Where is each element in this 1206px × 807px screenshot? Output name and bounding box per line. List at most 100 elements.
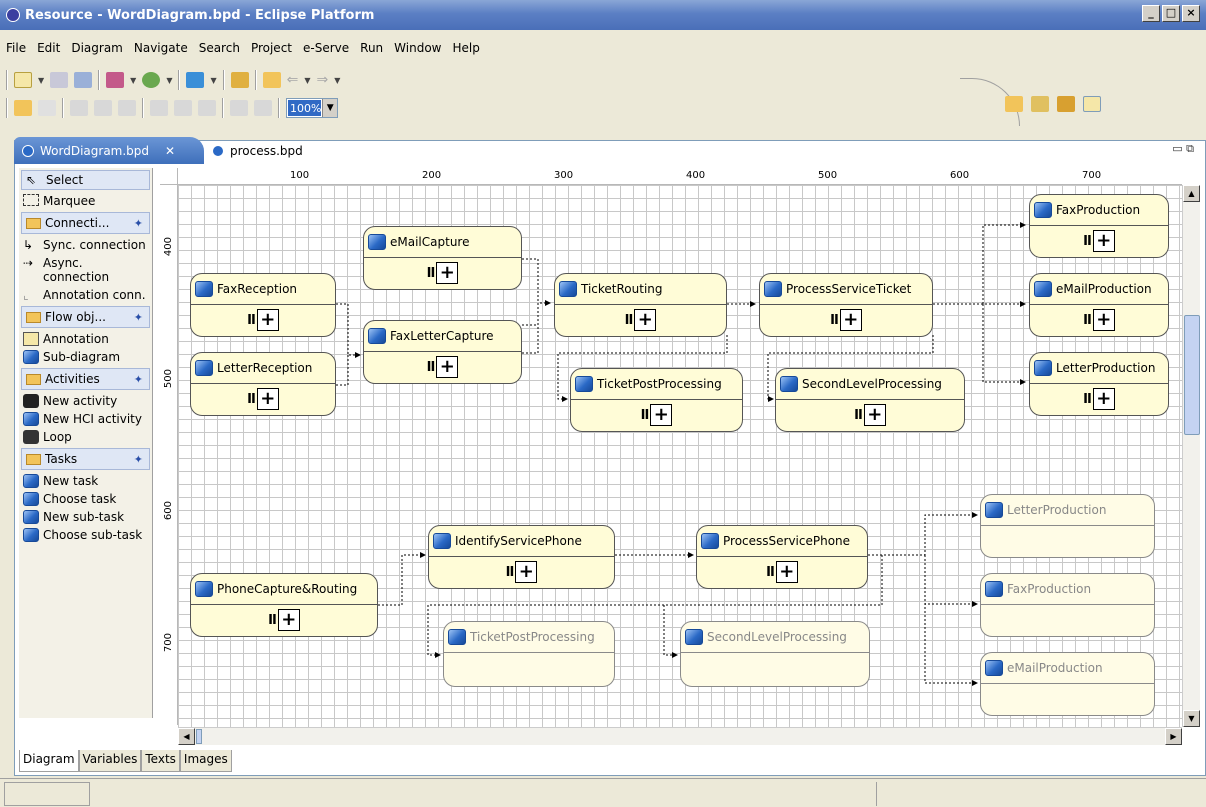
run-icon[interactable] <box>186 72 205 88</box>
tab-variables[interactable]: Variables <box>78 750 142 772</box>
scroll-right-icon[interactable]: ▶ <box>1165 728 1182 745</box>
pause-icon[interactable]: II <box>506 565 515 580</box>
palette-annotation-conn[interactable]: ⌞ Annotation conn. <box>19 286 152 304</box>
expand-icon[interactable]: + <box>256 388 279 410</box>
pause-icon[interactable]: II <box>625 313 634 328</box>
maximize-view-icon[interactable]: ⧉ <box>1186 142 1194 155</box>
ref-letter-production[interactable]: LetterProduction <box>980 494 1155 558</box>
back-history-icon[interactable] <box>262 72 281 88</box>
task-fax-letter-capture[interactable]: FaxLetterCapture II + <box>363 320 522 384</box>
menu-file[interactable]: File <box>0 37 31 59</box>
task-letter-production[interactable]: LetterProduction II + <box>1029 352 1169 416</box>
palette-new-activity[interactable]: New activity <box>19 392 152 410</box>
expand-icon[interactable]: + <box>634 309 657 331</box>
dropdown-arrow-icon[interactable]: ▼ <box>304 76 310 85</box>
palette-async-connection[interactable]: ⇢ Async. connection <box>19 254 152 286</box>
close-button[interactable]: × <box>1182 5 1200 22</box>
expand-icon[interactable]: + <box>863 404 886 426</box>
window-title-bar[interactable]: Resource - WordDiagram.bpd - Eclipse Pla… <box>0 0 1206 30</box>
pause-icon[interactable]: II <box>1083 392 1092 407</box>
expand-icon[interactable]: + <box>1092 230 1115 252</box>
scroll-left-icon[interactable]: ◀ <box>178 728 195 745</box>
ref-second-level-processing[interactable]: SecondLevelProcessing <box>680 621 870 687</box>
align-bottom-icon[interactable] <box>198 100 216 116</box>
menu-window[interactable]: Window <box>388 37 446 59</box>
expand-icon[interactable]: + <box>436 356 459 378</box>
tab-worddiagram[interactable]: WordDiagram.bpd ✕ <box>14 137 204 164</box>
ref-email-production[interactable]: eMailProduction <box>980 652 1155 716</box>
dropdown-arrow-icon[interactable]: ▼ <box>334 76 340 85</box>
expand-icon[interactable]: + <box>277 609 300 631</box>
check-icon[interactable] <box>14 100 32 116</box>
ref-fax-production[interactable]: FaxProduction <box>980 573 1155 637</box>
pause-icon[interactable]: II <box>766 565 775 580</box>
palette-select[interactable]: ⇖ Select <box>21 170 150 190</box>
palette-sub-diagram[interactable]: Sub-diagram <box>19 348 152 366</box>
pause-icon[interactable]: II <box>247 392 256 407</box>
expand-icon[interactable]: + <box>839 309 862 331</box>
maximize-button[interactable]: □ <box>1162 5 1180 22</box>
dropdown-arrow-icon[interactable]: ▼ <box>166 76 172 85</box>
match-height-icon[interactable] <box>254 100 272 116</box>
pause-icon[interactable]: II <box>854 408 863 423</box>
pin-icon[interactable]: ✦ <box>134 373 143 386</box>
task-email-capture[interactable]: eMailCapture II + <box>363 226 522 290</box>
expand-icon[interactable]: + <box>650 404 673 426</box>
ref-ticket-post-processing[interactable]: TicketPostProcessing <box>443 621 615 687</box>
task-second-level-processing[interactable]: SecondLevelProcessing II + <box>775 368 965 432</box>
horizontal-scrollbar[interactable]: ◀ ▶ <box>178 727 1182 745</box>
pencil-icon[interactable] <box>230 72 249 88</box>
task-identify-service-phone[interactable]: IdentifyServicePhone II + <box>428 525 615 589</box>
horizontal-scroll-thumb[interactable] <box>196 729 202 744</box>
palette-new-hci-activity[interactable]: New HCI activity <box>19 410 152 428</box>
scroll-down-icon[interactable]: ▼ <box>1183 710 1200 727</box>
print-icon[interactable] <box>74 72 93 88</box>
pause-icon[interactable]: II <box>641 408 650 423</box>
tab-process[interactable]: process.bpd <box>204 137 315 164</box>
task-ticket-post-processing[interactable]: TicketPostProcessing II + <box>570 368 743 432</box>
dropdown-arrow-icon[interactable]: ▼ <box>210 76 216 85</box>
align-left-icon[interactable] <box>70 100 88 116</box>
drawer-flow-objects[interactable]: Flow obj... ✦ <box>21 306 150 328</box>
drawer-tasks[interactable]: Tasks ✦ <box>21 448 150 470</box>
pause-icon[interactable]: II <box>1083 234 1092 249</box>
drawer-connections[interactable]: Connecti... ✦ <box>21 212 150 234</box>
match-width-icon[interactable] <box>230 100 248 116</box>
resource-perspective-icon[interactable] <box>1083 96 1101 112</box>
palette-choose-task[interactable]: Choose task <box>19 490 152 508</box>
minimize-button[interactable]: _ <box>1142 5 1160 22</box>
pause-icon[interactable]: II <box>1083 313 1092 328</box>
vertical-scrollbar[interactable]: ▲ ▼ <box>1182 185 1200 727</box>
palette-marquee[interactable]: Marquee <box>19 192 152 210</box>
sun-perspective-icon[interactable] <box>1057 96 1075 112</box>
tab-diagram[interactable]: Diagram <box>19 750 79 772</box>
new-icon[interactable] <box>14 72 32 88</box>
align-top-icon[interactable] <box>150 100 168 116</box>
dropdown-arrow-icon[interactable]: ▼ <box>130 76 136 85</box>
task-letter-reception[interactable]: LetterReception II + <box>190 352 336 416</box>
external-tool-icon[interactable] <box>106 72 125 88</box>
expand-icon[interactable]: + <box>436 262 459 284</box>
palette-loop[interactable]: Loop <box>19 428 152 446</box>
close-tab-icon[interactable]: ✕ <box>165 144 175 158</box>
open-perspective-icon[interactable] <box>1005 96 1023 112</box>
palette-sync-connection[interactable]: ↳ Sync. connection <box>19 236 152 254</box>
scroll-up-icon[interactable]: ▲ <box>1183 185 1200 202</box>
palette-annotation[interactable]: Annotation <box>19 330 152 348</box>
pin-icon[interactable]: ✦ <box>134 311 143 324</box>
expand-icon[interactable]: + <box>775 561 798 583</box>
align-middle-icon[interactable] <box>174 100 192 116</box>
tab-images[interactable]: Images <box>179 750 232 772</box>
task-email-production[interactable]: eMailProduction II + <box>1029 273 1169 337</box>
palette-new-task[interactable]: New task <box>19 472 152 490</box>
menu-navigate[interactable]: Navigate <box>128 37 193 59</box>
tab-texts[interactable]: Texts <box>141 750 180 772</box>
pause-icon[interactable]: II <box>830 313 839 328</box>
dropdown-arrow-icon[interactable]: ▼ <box>38 76 44 85</box>
pause-icon[interactable]: II <box>427 266 436 281</box>
save-icon[interactable] <box>50 72 69 88</box>
task-phone-capture-routing[interactable]: PhoneCapture&Routing II + <box>190 573 378 637</box>
zoom-select[interactable]: 100% ▼ <box>286 98 338 118</box>
palette-choose-sub-task[interactable]: Choose sub-task <box>19 526 152 544</box>
align-right-icon[interactable] <box>118 100 136 116</box>
